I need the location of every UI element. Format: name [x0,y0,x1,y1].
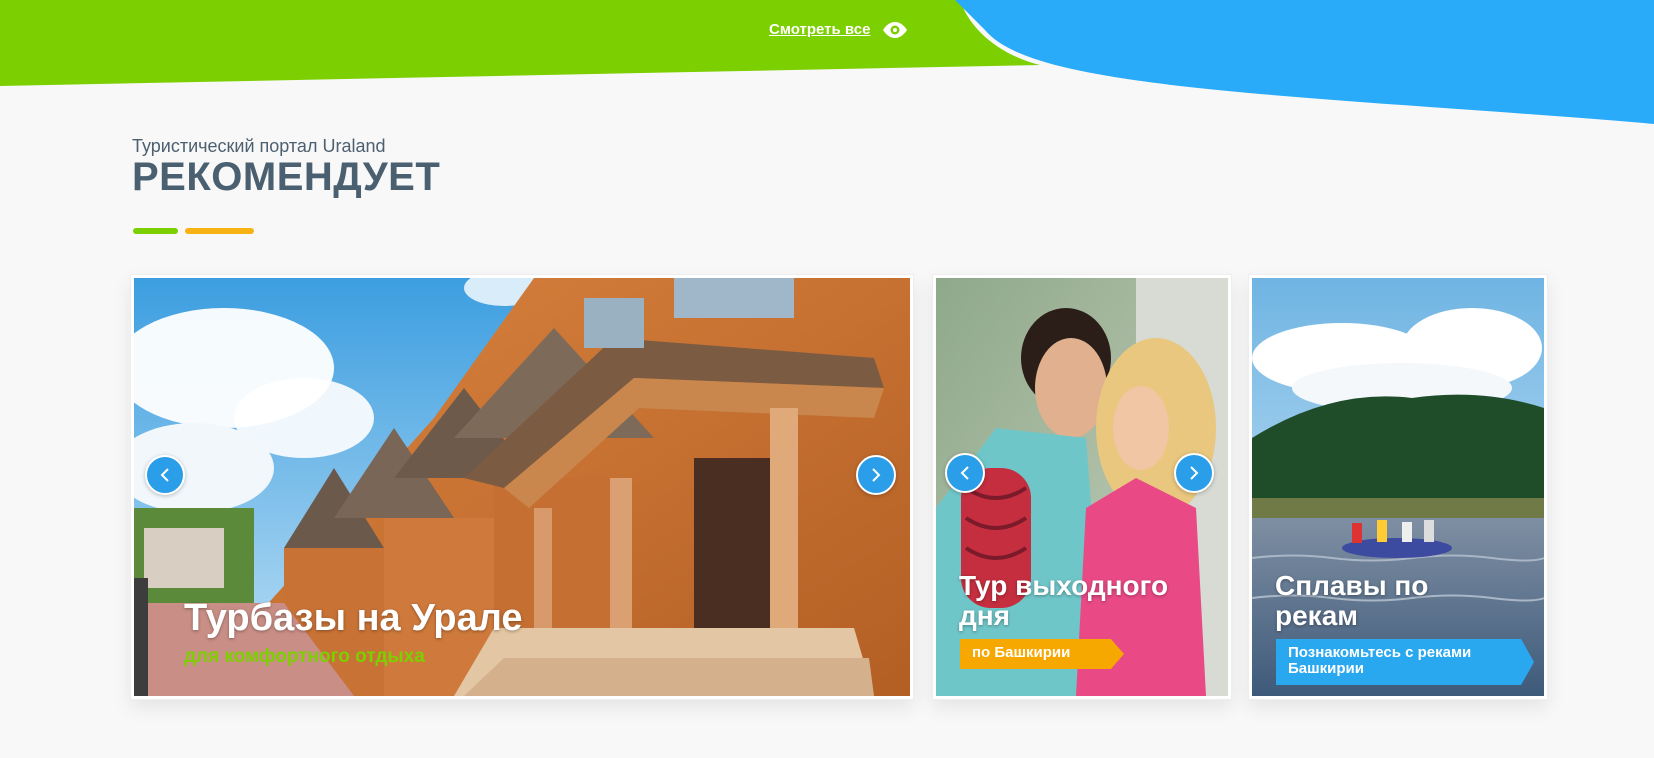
chevron-right-icon [1190,466,1199,480]
chevron-left-icon [160,468,169,482]
view-all-link[interactable]: Смотреть все [769,21,908,38]
card-title-line1: Сплавы по [1275,570,1429,601]
card-tag[interactable]: Познакомьтесь с реками Башкирии [1276,639,1534,685]
accent-bar-green [133,228,178,234]
chevron-right-icon [872,468,881,482]
card-title-line1: Тур выходного [959,570,1169,601]
card-turbazy[interactable]: Турбазы на Урале для комфортного отдыха [130,274,914,700]
card-title: Тур выходного дня [959,571,1168,631]
next-slide-button[interactable] [1174,453,1214,493]
eye-icon [883,21,908,38]
section-title: РЕКОМЕНДУЕТ [132,155,441,199]
card-title: Турбазы на Урале [184,597,523,639]
section-subtitle: Туристический портал Uraland [132,136,386,156]
prev-slide-button[interactable] [145,455,185,495]
next-slide-button[interactable] [856,455,896,495]
prev-slide-button[interactable] [945,453,985,493]
card-weekend-tour[interactable]: Тур выходного дня по Башкирии [932,274,1232,700]
section-heading: Туристический портал Uraland РЕКОМЕНДУЕТ [132,136,440,200]
card-tag-label: по Башкирии [972,644,1071,661]
card-tag-line1: Познакомьтесь с реками [1288,644,1472,661]
card-tag-line2: Башкирии [1288,660,1364,677]
card-subtitle: для комфортного отдыха [184,646,425,667]
card-title: Сплавы по рекам [1275,571,1428,631]
river-photo [1252,278,1544,696]
header-decoration [0,0,1654,124]
accent-bar-orange [185,228,254,234]
view-all-label: Смотреть все [769,21,871,38]
card-rafting[interactable]: Сплавы по рекам Познакомьтесь с реками Б… [1248,274,1548,700]
chevron-left-icon [960,466,969,480]
card-title-line2: дня [959,600,1011,631]
card-tag[interactable]: по Башкирии [960,639,1124,669]
card-title-line2: рекам [1275,600,1358,631]
